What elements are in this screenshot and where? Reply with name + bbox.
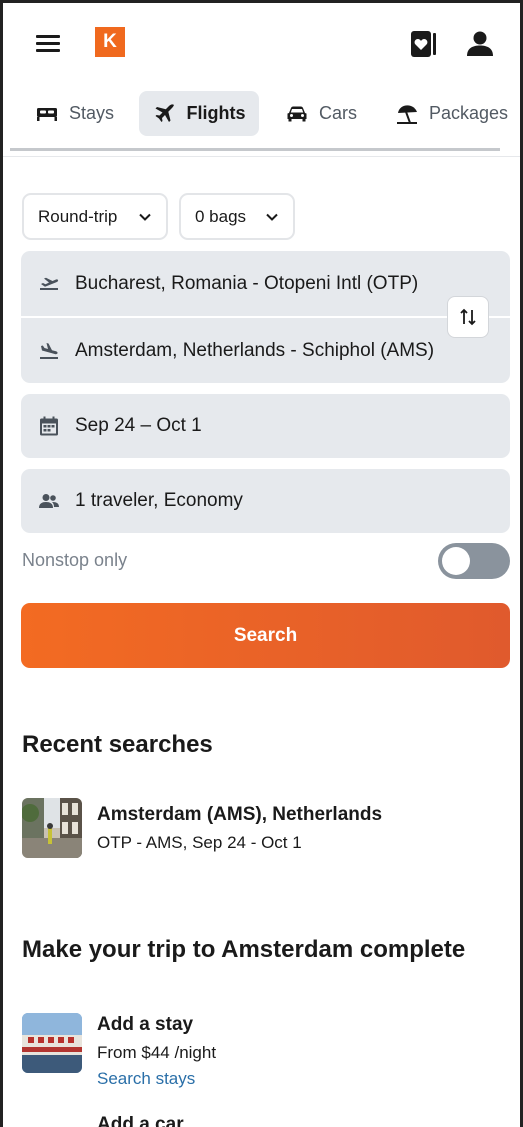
- kayak-logo[interactable]: K: [95, 27, 125, 57]
- app-frame: K Stays Flights Cars Packages Round-trip…: [0, 0, 523, 1127]
- toggle-knob: [442, 547, 470, 575]
- vertical-tabs: Stays Flights Cars Packages: [3, 91, 520, 151]
- calendar-icon: [40, 416, 58, 436]
- search-button[interactable]: Search: [21, 603, 510, 668]
- dates-value: Sep 24 – Oct 1: [75, 415, 202, 436]
- tab-label: Stays: [69, 103, 115, 123]
- chevron-down-icon: [266, 213, 278, 221]
- beach-umbrella-icon: [397, 104, 417, 124]
- tab-cars[interactable]: Cars: [273, 91, 369, 136]
- nonstop-label: Nonstop only: [22, 550, 128, 570]
- destination-field[interactable]: Amsterdam, Netherlands - Schiphol (AMS): [21, 318, 510, 383]
- top-header: K: [3, 3, 520, 87]
- landing-icon: [40, 342, 58, 359]
- plane-icon: [155, 103, 174, 122]
- takeoff-icon: [40, 277, 59, 290]
- tab-label: Packages: [429, 103, 509, 123]
- tab-label: Flights: [186, 103, 246, 123]
- swap-airports-button[interactable]: [447, 296, 489, 338]
- add-stay-price: From $44 /night: [97, 1043, 217, 1062]
- tab-label: Cars: [319, 103, 358, 123]
- destination-value: Amsterdam, Netherlands - Schiphol (AMS): [75, 339, 435, 361]
- trip-type-select[interactable]: Round-trip: [22, 193, 168, 240]
- dates-field[interactable]: Sep 24 – Oct 1: [21, 394, 510, 458]
- trip-type-value: Round-trip: [38, 206, 118, 226]
- nonstop-toggle[interactable]: [438, 543, 510, 579]
- travelers-field[interactable]: 1 traveler, Economy: [21, 469, 510, 533]
- add-stay-card[interactable]: Add a stay From $44 /night Search stays: [22, 1008, 502, 1088]
- origin-value: Bucharest, Romania - Otopeni Intl (OTP): [75, 272, 419, 294]
- hotel-thumbnail: [22, 1013, 82, 1073]
- chevron-down-icon: [139, 213, 151, 221]
- add-stay-title: Add a stay: [97, 1014, 194, 1035]
- tab-stays[interactable]: Stays: [23, 91, 126, 136]
- search-stays-link[interactable]: Search stays: [97, 1069, 195, 1089]
- recent-search-details: OTP - AMS, Sep 24 - Oct 1: [97, 833, 302, 852]
- tabs-scroll-indicator: [10, 148, 500, 151]
- swap-icon: [460, 308, 476, 326]
- recent-search-title: Amsterdam (AMS), Netherlands: [97, 804, 383, 825]
- bed-icon: [37, 107, 57, 121]
- amsterdam-canal-thumbnail: [22, 798, 82, 858]
- account-icon[interactable]: [465, 29, 495, 59]
- travelers-value: 1 traveler, Economy: [75, 490, 243, 511]
- trip-complete-heading: Make your trip to Amsterdam complete: [22, 936, 466, 963]
- bags-select[interactable]: 0 bags: [179, 193, 295, 240]
- trips-icon[interactable]: [408, 29, 438, 59]
- recent-search-item[interactable]: Amsterdam (AMS), Netherlands OTP - AMS, …: [22, 798, 502, 862]
- header-divider: [3, 156, 520, 157]
- travelers-icon: [39, 494, 59, 508]
- tab-flights[interactable]: Flights: [139, 91, 259, 136]
- bags-value: 0 bags: [195, 206, 247, 226]
- origin-field[interactable]: Bucharest, Romania - Otopeni Intl (OTP): [21, 251, 510, 316]
- recent-searches-heading: Recent searches: [22, 731, 213, 758]
- car-icon: [287, 106, 307, 121]
- tab-packages[interactable]: Packages: [383, 91, 520, 136]
- add-car-title[interactable]: Add a car: [97, 1114, 184, 1127]
- menu-icon[interactable]: [33, 31, 63, 57]
